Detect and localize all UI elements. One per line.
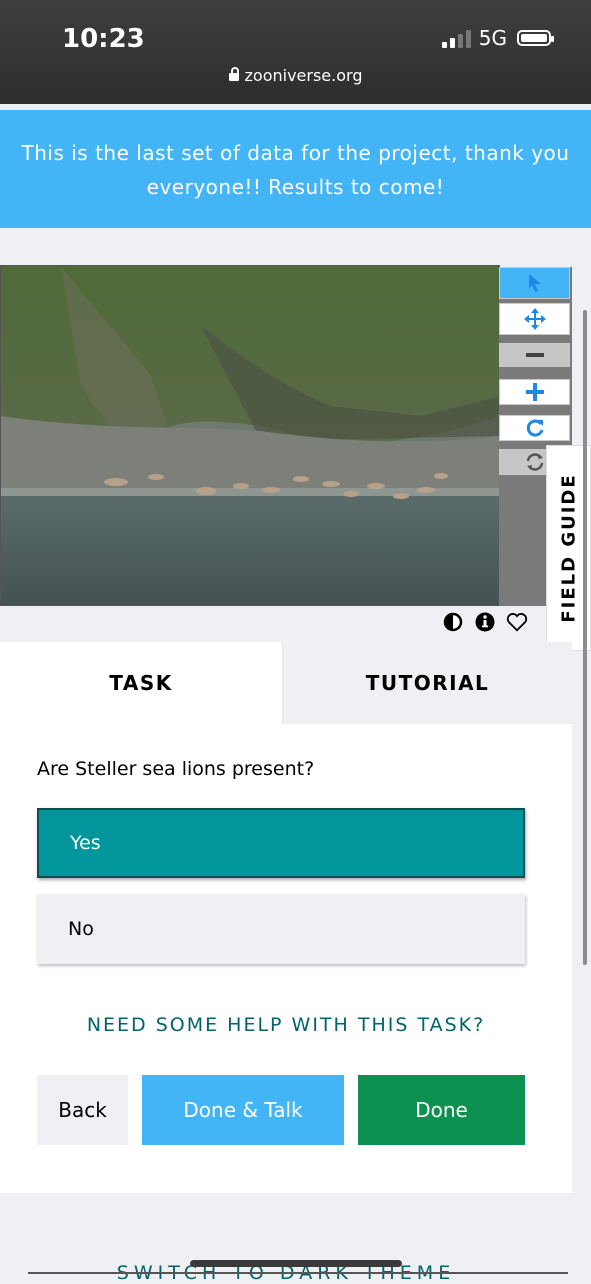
answer-no-button[interactable]: No [37, 894, 525, 964]
answer-yes-button[interactable]: Yes [37, 808, 525, 878]
pointer-tool-button[interactable] [499, 267, 570, 299]
status-time: 10:23 [62, 24, 145, 54]
browser-status-bar: 10:23 5G zooniverse.org [0, 0, 591, 104]
browser-bottom-divider [28, 1272, 568, 1274]
answer-yes-label: Yes [70, 832, 101, 854]
zoom-out-button[interactable] [499, 343, 570, 367]
signal-icon [441, 28, 471, 48]
zoom-in-icon [525, 383, 544, 401]
field-guide-label: FIELD GUIDE [558, 473, 579, 623]
zoom-in-button[interactable] [499, 379, 570, 405]
move-icon [523, 308, 546, 330]
banner-line-2: everyone!! Results to come! [146, 175, 445, 199]
move-tool-button[interactable] [499, 303, 570, 335]
rotate-button[interactable] [499, 415, 570, 441]
tab-task[interactable]: TASK [0, 642, 282, 724]
announcement-banner: This is the last set of data for the pro… [0, 110, 591, 228]
task-question: Are Steller sea lions present? [37, 758, 315, 780]
done-button[interactable]: Done [358, 1075, 525, 1145]
done-and-talk-button[interactable]: Done & Talk [142, 1075, 344, 1145]
url-text: zooniverse.org [244, 66, 363, 85]
lock-icon [228, 67, 239, 81]
info-icon[interactable] [474, 611, 496, 633]
invert-colors-icon[interactable] [442, 611, 464, 633]
banner-line-1: This is the last set of data for the pro… [21, 141, 570, 165]
task-panel: TASK TUTORIAL Are Steller sea lions pres… [0, 642, 572, 1193]
answer-no-label: No [68, 918, 94, 940]
network-type: 5G [478, 26, 507, 50]
rotate-icon [526, 419, 543, 437]
battery-icon [517, 30, 554, 46]
reset-icon [526, 453, 543, 471]
pointer-icon [528, 274, 541, 292]
back-button[interactable]: Back [37, 1075, 128, 1145]
status-indicators: 5G [441, 26, 554, 50]
subject-image[interactable] [0, 265, 500, 606]
page-scrollbar[interactable] [583, 310, 587, 965]
sea-lion-photo [1, 266, 499, 605]
address-bar[interactable]: zooniverse.org [0, 66, 591, 85]
tab-tutorial[interactable]: TUTORIAL [282, 642, 572, 724]
task-help-link[interactable]: NEED SOME HELP WITH THIS TASK? [0, 1014, 572, 1036]
subject-meta-icons [442, 611, 528, 633]
home-indicator[interactable] [190, 1260, 402, 1267]
favorite-heart-icon[interactable] [506, 611, 528, 633]
zoom-out-icon [525, 353, 544, 357]
